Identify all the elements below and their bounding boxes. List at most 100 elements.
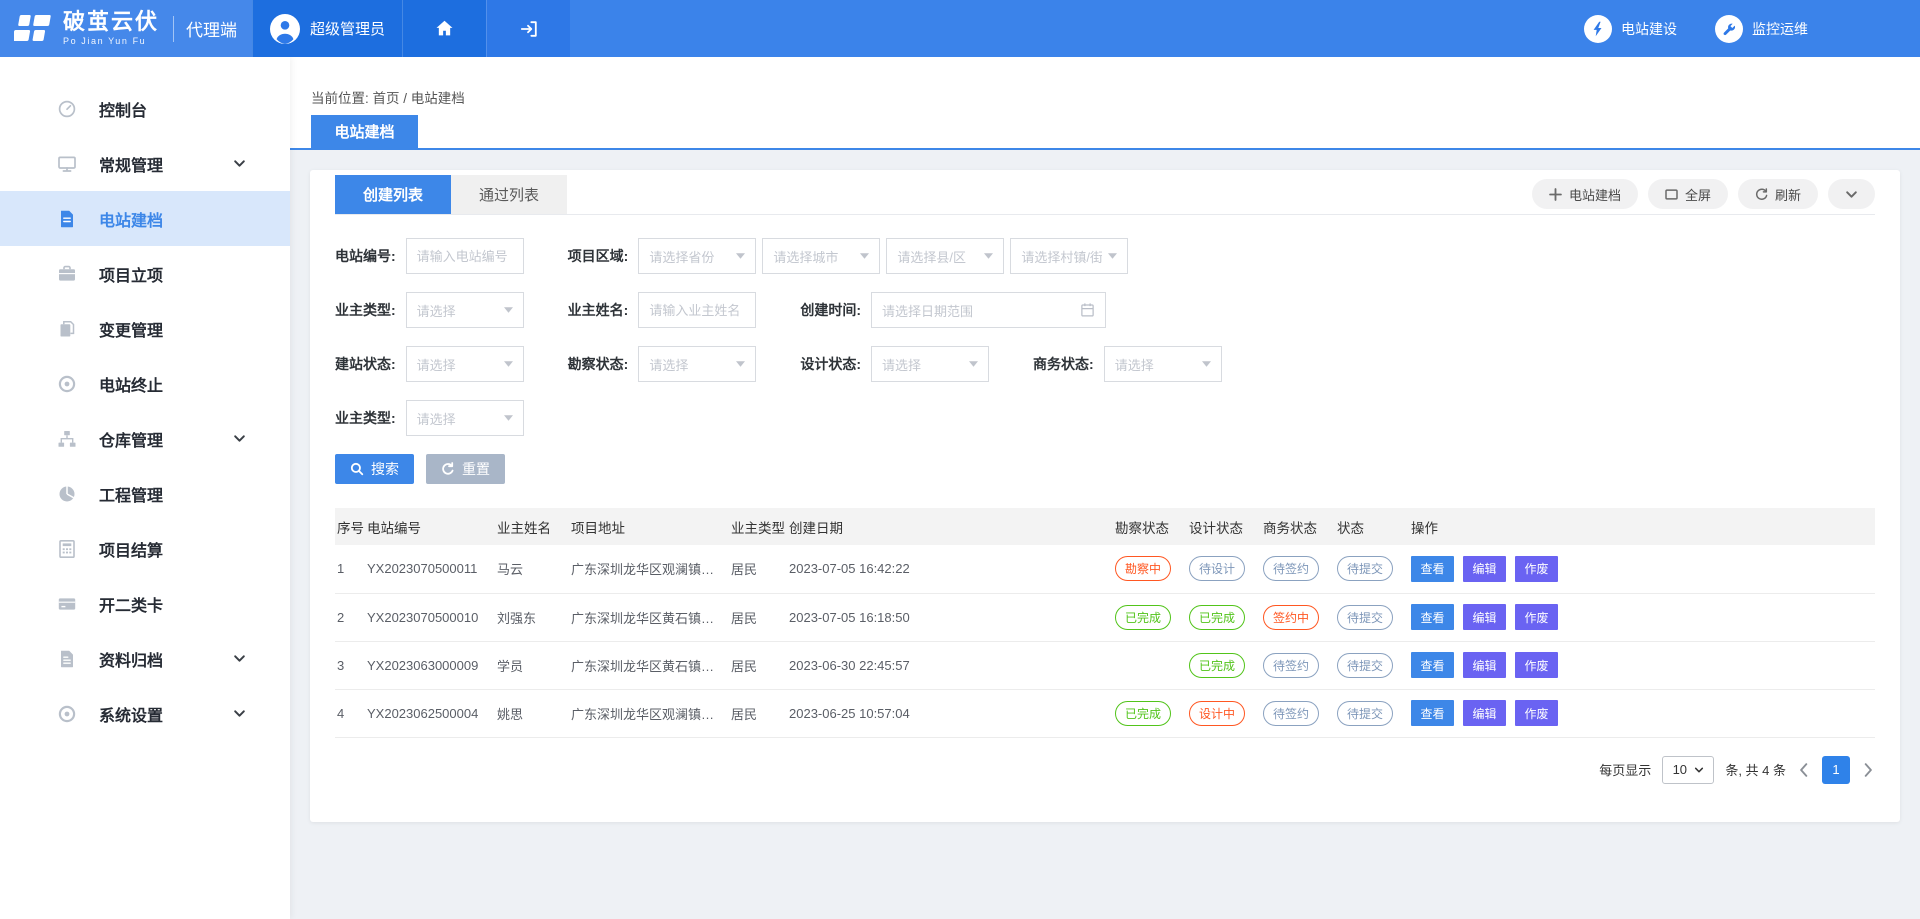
- filter-row: 业主类型:请选择: [335, 400, 1875, 436]
- town-select[interactable]: 请选择村镇/街道: [1010, 238, 1128, 274]
- chevron-down-icon: [1694, 765, 1704, 775]
- panel-card: 创建列表通过列表 电站建档全屏刷新 电站编号:项目区域:请选择省份请选择城市请选…: [310, 170, 1900, 822]
- view-button[interactable]: 查看: [1411, 556, 1454, 582]
- breadcrumb-separator: /: [400, 91, 411, 106]
- station-code-input[interactable]: [406, 238, 524, 274]
- search-button[interactable]: 搜索: [335, 454, 414, 484]
- sidebar-item-station-termination[interactable]: 电站终止: [0, 356, 290, 411]
- breadcrumb: 当前位置: 首页 / 电站建档: [290, 57, 1920, 107]
- survey-status-badge: 已完成: [1115, 701, 1171, 726]
- reset-button[interactable]: 重置: [426, 454, 505, 484]
- design-status-badge: 待设计: [1189, 556, 1245, 581]
- owner-name-input[interactable]: [638, 292, 756, 328]
- sitemap-icon: [57, 429, 77, 449]
- sidebar-item-change-management[interactable]: 变更管理: [0, 301, 290, 356]
- edit-button[interactable]: 编辑: [1463, 556, 1506, 582]
- select-placeholder: 请选择: [417, 355, 456, 374]
- sidebar-item-station-archive[interactable]: 电站建档: [0, 191, 290, 246]
- sidebar-item-console[interactable]: 控制台: [0, 81, 290, 136]
- cell-code: YX2023070500011: [365, 545, 495, 593]
- cell-owner-type: 居民: [729, 545, 787, 593]
- filter-label: 商务状态:: [1033, 354, 1094, 374]
- edit-button[interactable]: 编辑: [1463, 604, 1506, 630]
- edit-button[interactable]: 编辑: [1463, 700, 1506, 726]
- sidebar-item-general-management[interactable]: 常规管理: [0, 136, 290, 191]
- owner-type-select-2[interactable]: 请选择: [406, 400, 524, 436]
- per-page-select[interactable]: 10: [1662, 756, 1714, 784]
- action-label: 全屏: [1685, 185, 1711, 204]
- design-status-select[interactable]: 请选择: [871, 346, 989, 382]
- more-button[interactable]: [1828, 179, 1875, 209]
- caret-down-icon: [1202, 361, 1211, 367]
- caret-down-icon: [736, 253, 745, 259]
- build-status-select[interactable]: 请选择: [406, 346, 524, 382]
- sidebar-item-label: 电站建档: [99, 207, 268, 231]
- sidebar-item-project-settlement[interactable]: 项目结算: [0, 521, 290, 576]
- cell-seq: 3: [335, 641, 365, 689]
- prev-page-button[interactable]: [1797, 763, 1811, 777]
- fullscreen-button[interactable]: 全屏: [1648, 179, 1728, 209]
- void-button[interactable]: 作废: [1515, 604, 1558, 630]
- cell-business-status: 待签约: [1261, 641, 1335, 689]
- sidebar-item-engineering-management[interactable]: 工程管理: [0, 466, 290, 521]
- county-select[interactable]: 请选择县/区: [886, 238, 1004, 274]
- table-row: 1YX2023070500011马云广东深圳龙华区观澜镇观湖路...居民2023…: [335, 545, 1875, 593]
- cell-owner-type: 居民: [729, 689, 787, 737]
- void-button[interactable]: 作废: [1515, 700, 1558, 726]
- column-header-owner-name: 业主姓名: [495, 508, 569, 545]
- breadcrumb-current: 电站建档: [411, 91, 465, 106]
- monitor-icon: [57, 154, 77, 174]
- per-page-label: 每页显示: [1599, 760, 1651, 779]
- home-button[interactable]: [402, 0, 486, 57]
- owner-type-select[interactable]: 请选择: [406, 292, 524, 328]
- view-button[interactable]: 查看: [1411, 652, 1454, 678]
- city-select[interactable]: 请选择城市: [762, 238, 880, 274]
- business-status-select[interactable]: 请选择: [1104, 346, 1222, 382]
- filter-group-owner-type-select: 业主类型:请选择: [335, 292, 524, 328]
- user-menu[interactable]: 超级管理员: [252, 0, 402, 57]
- tab-passed-list[interactable]: 通过列表: [451, 175, 567, 214]
- topbar: 破茧云伏 Po Jian Yun Fu 代理端 超级管理员 电站建设 监控运维: [0, 0, 1920, 57]
- void-button[interactable]: 作废: [1515, 652, 1558, 678]
- logout-button[interactable]: [486, 0, 570, 57]
- brand: 破茧云伏 Po Jian Yun Fu 代理端: [0, 0, 252, 57]
- search-icon: [350, 462, 364, 476]
- calculator-icon: [57, 539, 77, 559]
- survey-status-select[interactable]: 请选择: [638, 346, 756, 382]
- sidebar-item-label: 资料归档: [99, 647, 233, 671]
- brand-subtitle: Po Jian Yun Fu: [63, 37, 159, 46]
- province-select[interactable]: 请选择省份: [638, 238, 756, 274]
- refresh-button[interactable]: 刷新: [1738, 179, 1818, 209]
- view-button[interactable]: 查看: [1411, 604, 1454, 630]
- edit-button[interactable]: 编辑: [1463, 652, 1506, 678]
- page-tab[interactable]: 电站建档: [311, 115, 418, 148]
- sidebar-item-system-settings[interactable]: 系统设置: [0, 686, 290, 741]
- sidebar-item-warehouse-management[interactable]: 仓库管理: [0, 411, 290, 466]
- create-time-range-picker[interactable]: 请选择日期范围: [871, 292, 1106, 328]
- document-icon: [57, 209, 77, 229]
- cell-actions: 查看编辑作废: [1409, 593, 1875, 641]
- current-page[interactable]: 1: [1822, 756, 1850, 784]
- sidebar-item-label: 电站终止: [99, 372, 268, 396]
- void-button[interactable]: 作废: [1515, 556, 1558, 582]
- sidebar-item-data-archive[interactable]: 资料归档: [0, 631, 290, 686]
- station-construction-link[interactable]: 电站建设: [1584, 15, 1677, 43]
- column-header-business-status: 商务状态: [1261, 508, 1335, 545]
- select-placeholder: 请选择县/区: [897, 247, 966, 266]
- settings-icon: [57, 704, 77, 724]
- sidebar-item-project-initiation[interactable]: 项目立项: [0, 246, 290, 301]
- reset-button-label: 重置: [462, 459, 490, 479]
- cell-design-status: 待设计: [1187, 545, 1261, 593]
- filter-label: 项目区域:: [568, 246, 629, 266]
- monitoring-ops-link[interactable]: 监控运维: [1715, 15, 1808, 43]
- caret-down-icon: [1108, 253, 1117, 259]
- content: 创建列表通过列表 电站建档全屏刷新 电站编号:项目区域:请选择省份请选择城市请选…: [290, 150, 1920, 842]
- add-station-button[interactable]: 电站建档: [1532, 179, 1638, 209]
- filter-group-station-code-input: 电站编号:: [335, 238, 524, 274]
- filter-group-create-time-range-picker: 创建时间:请选择日期范围: [800, 292, 1106, 328]
- next-page-button[interactable]: [1861, 763, 1875, 777]
- sidebar-item-second-type-card[interactable]: 开二类卡: [0, 576, 290, 631]
- tab-created-list[interactable]: 创建列表: [335, 175, 451, 214]
- view-button[interactable]: 查看: [1411, 700, 1454, 726]
- breadcrumb-home-link[interactable]: 首页: [373, 91, 400, 106]
